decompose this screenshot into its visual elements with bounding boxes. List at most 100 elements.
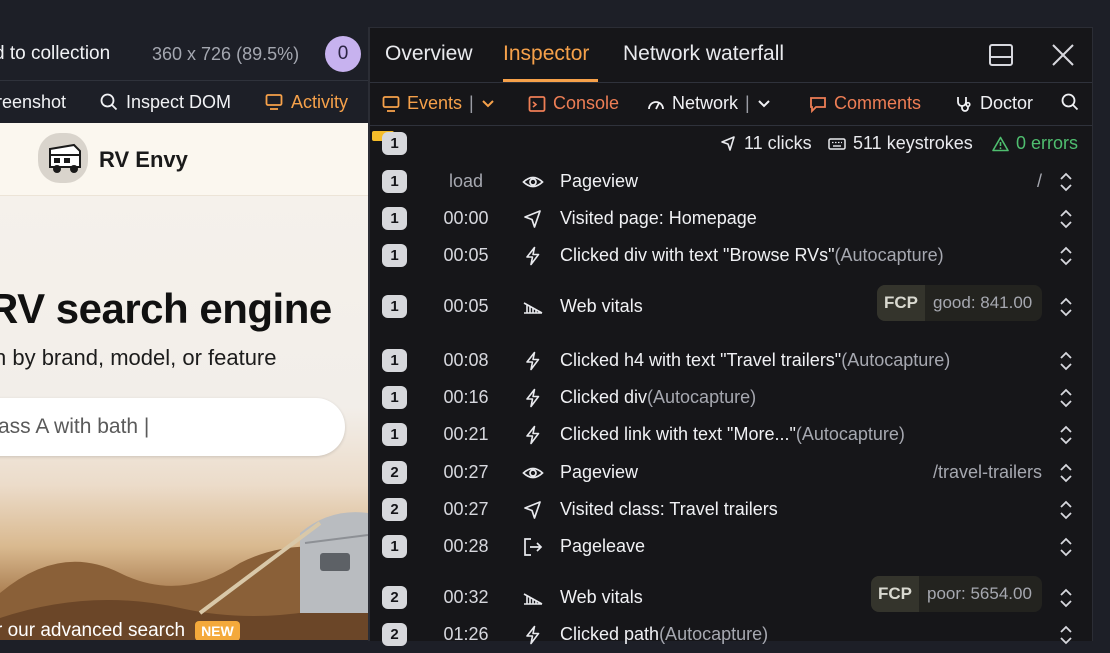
cursor-icon [522, 209, 544, 229]
event-path: / [1036, 171, 1042, 191]
add-to-collection-button[interactable]: d to collection [0, 43, 110, 65]
window-number-badge: 2 [382, 623, 407, 646]
event-time: 00:08 [443, 350, 489, 370]
dock-panel-icon[interactable] [988, 42, 1014, 68]
tab-network-waterfall[interactable]: Network waterfall [623, 42, 784, 66]
event-label-text: Pageview [560, 462, 639, 482]
event-label-text: Clicked path [560, 624, 660, 644]
tab-inspector[interactable]: Inspector [503, 42, 589, 66]
expand-icon[interactable] [1058, 623, 1074, 647]
clicks-count: 11 clicks [744, 133, 812, 153]
bolt-icon [522, 246, 544, 266]
clicks-stat: 11 clicks [720, 133, 812, 154]
event-row[interactable]: 1 00:28 Pageleave [370, 528, 1072, 565]
filter-events-label: Events [407, 93, 463, 113]
zoom-level: (89.5%) [236, 43, 300, 64]
event-time: 00:16 [443, 387, 489, 407]
filter-doctor[interactable]: Doctor [955, 93, 1033, 114]
event-row[interactable]: 2 00:32 Web vitals FCP poor: 5654.00 [370, 572, 1072, 612]
rv-logo-icon [38, 133, 88, 183]
expand-icon[interactable] [1058, 586, 1074, 610]
event-row[interactable]: 2 00:27 Pageview/travel-trailers [370, 454, 1072, 491]
event-row[interactable]: 1 00:08 Clicked h4 with text "Travel trail… [370, 342, 1072, 379]
chevron-down-icon[interactable] [757, 97, 771, 111]
rv-search-input[interactable]: ass A with bath | [0, 398, 345, 456]
keystrokes-stat: 511 keystrokes [828, 133, 973, 154]
screenshot-button[interactable]: reenshot [0, 92, 66, 113]
expand-icon[interactable] [1058, 498, 1074, 522]
event-row[interactable]: 1 00:05 Clicked div with text "Browse RVs"… [370, 237, 1072, 274]
eye-icon [522, 463, 544, 483]
inspect-dom-button[interactable]: Inspect DOM [100, 92, 231, 113]
inspect-dom-label: Inspect DOM [126, 91, 232, 112]
errors-stat[interactable]: 0 errors [992, 133, 1078, 154]
expand-icon[interactable] [1058, 423, 1074, 447]
filter-network-label: Network [672, 93, 739, 113]
autocapture-tag: (Autocapture) [659, 624, 769, 644]
web-vital-badge: FCP poor: 5654.00 [871, 576, 1042, 612]
filter-network[interactable]: Network | [647, 93, 771, 114]
filter-console[interactable]: Console [528, 93, 619, 114]
page-preview: RV Envy RV search engine h by brand, mod… [0, 123, 368, 640]
event-label: Web vitals [560, 296, 643, 317]
keystrokes-count: 511 keystrokes [853, 133, 973, 153]
count-badge[interactable]: 0 [325, 36, 361, 72]
event-label: Pageview [560, 462, 638, 483]
search-button[interactable] [1061, 93, 1079, 111]
expand-icon[interactable] [1058, 207, 1074, 231]
window-number-badge: 2 [382, 586, 407, 609]
event-time: 00:00 [443, 208, 489, 228]
filter-doctor-label: Doctor [980, 93, 1034, 113]
event-row[interactable]: 1 00:21 Clicked link with text "More..."(A… [370, 416, 1072, 453]
viewport-dimensions: 360 x 726 (89.5%) [152, 44, 299, 65]
event-time: 00:27 [443, 499, 489, 519]
tab-overview[interactable]: Overview [385, 42, 473, 66]
expand-icon[interactable] [1058, 170, 1074, 194]
event-label-text: Web vitals [560, 587, 643, 607]
rv-search-text: ass A with bath | [0, 415, 150, 438]
web-vital-badge: FCP good: 841.00 [877, 285, 1043, 321]
filter-events[interactable]: Events | [382, 93, 495, 114]
comment-icon [810, 96, 826, 113]
event-row[interactable]: 1 00:05 Web vitals FCP good: 841.00 [370, 281, 1072, 321]
stethoscope-icon [957, 96, 971, 112]
advanced-search-promo[interactable]: r our advanced search NEW [0, 620, 240, 640]
autocapture-tag: (Autocapture) [841, 350, 951, 370]
event-row[interactable]: 1 00:00 Visited page: Homepage [370, 200, 1072, 237]
expand-icon[interactable] [1058, 461, 1074, 485]
event-time: load [448, 171, 484, 191]
bolt-icon [522, 351, 544, 371]
hero-subtitle: h by brand, model, or feature [0, 345, 277, 370]
activity-button[interactable]: Activity [265, 92, 348, 113]
event-label-text: Clicked div with text "Browse RVs" [560, 245, 835, 265]
event-row[interactable]: 2 01:26 Clicked path(Autocapture) [370, 616, 1072, 653]
vital-value: good: 841.00 [933, 293, 1033, 312]
site-brand[interactable]: RV Envy [99, 147, 188, 173]
expand-icon[interactable] [1058, 295, 1074, 319]
search-icon [1061, 93, 1079, 111]
chevron-down-icon[interactable] [481, 97, 495, 111]
event-row[interactable]: 1 load Pageview / [370, 163, 1072, 200]
expand-icon[interactable] [1058, 535, 1074, 559]
bolt-icon [522, 388, 544, 408]
expand-icon[interactable] [1058, 349, 1074, 373]
event-label-text: Visited class: Travel trailers [560, 499, 778, 519]
event-label: Web vitals [560, 587, 643, 608]
errors-count: 0 errors [1016, 133, 1079, 153]
bolt-icon [522, 425, 544, 445]
event-row[interactable]: 2 00:27 Visited class: Travel trailers [370, 491, 1072, 528]
event-row[interactable]: 1 00:16 Clicked div(Autocapture) [370, 379, 1072, 416]
filter-comments[interactable]: Comments [809, 93, 921, 114]
activity-label: Activity [291, 91, 349, 112]
event-time: 00:28 [443, 536, 489, 556]
expand-icon[interactable] [1058, 244, 1074, 268]
event-label: Clicked h4 with text "Travel trailers"(A… [560, 350, 950, 371]
event-label: Visited page: Homepage [560, 208, 757, 229]
active-tab-indicator [503, 79, 598, 82]
close-icon[interactable] [1050, 42, 1076, 68]
search-icon [100, 93, 118, 111]
expand-icon[interactable] [1058, 386, 1074, 410]
autocapture-tag: (Autocapture) [834, 245, 944, 265]
hero-title: RV search engine [0, 285, 332, 332]
vital-value: poor: 5654.00 [927, 584, 1032, 603]
